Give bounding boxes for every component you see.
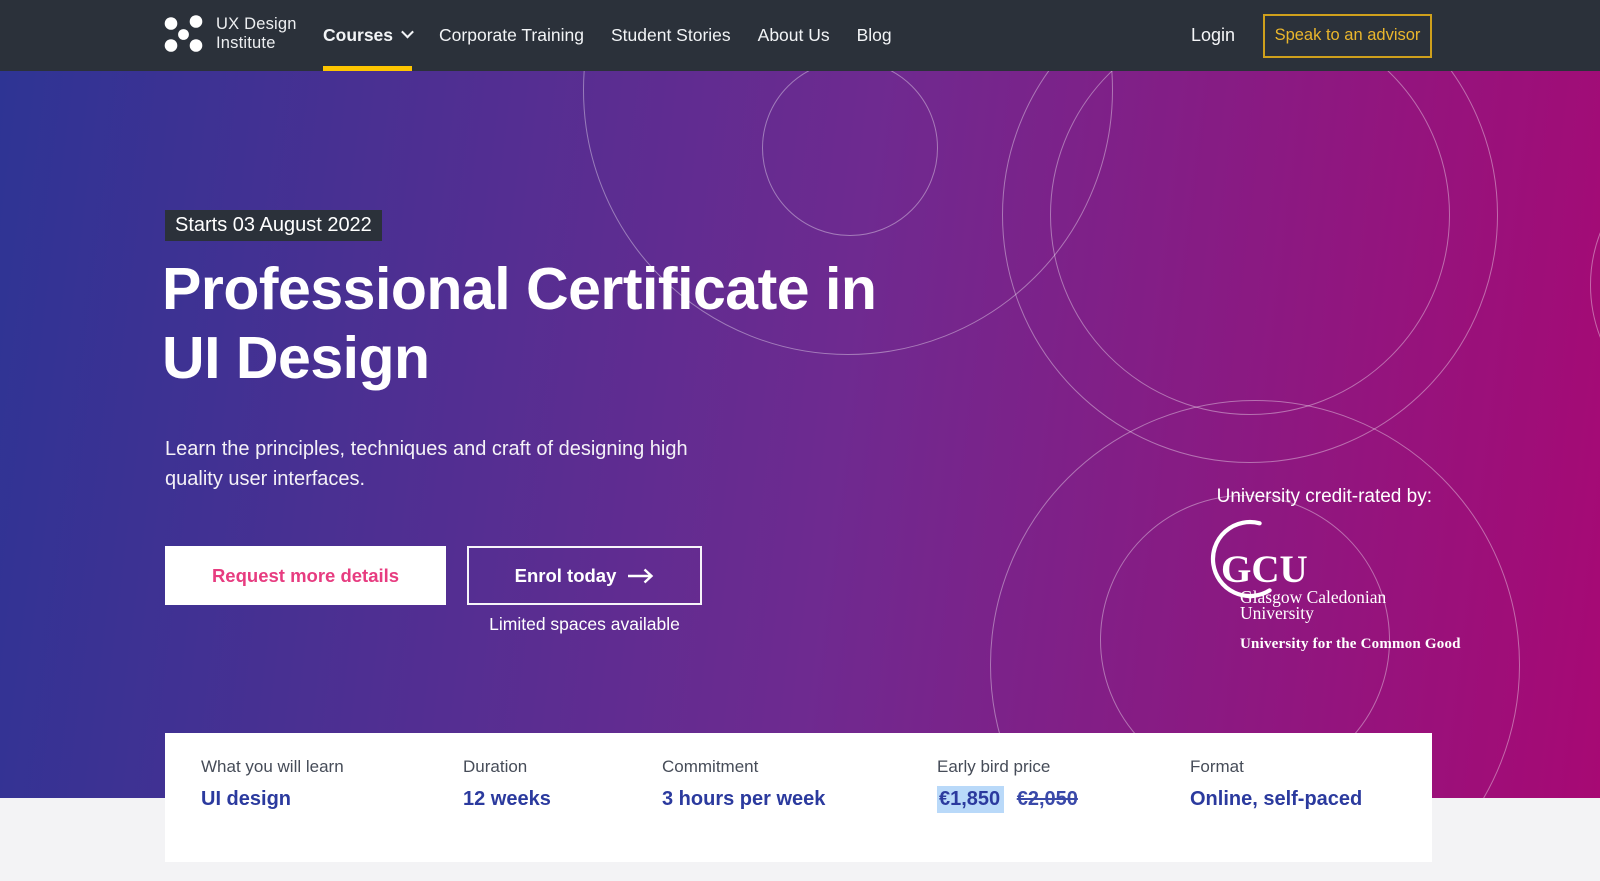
old-price-strikethrough: €2,050 — [1016, 788, 1078, 810]
top-navbar: UX Design Institute Courses Corporate Tr… — [0, 0, 1600, 71]
svg-text:University: University — [1240, 603, 1314, 623]
svg-text:GCU: GCU — [1221, 548, 1308, 591]
nav-right: Login Speak to an advisor — [1191, 0, 1432, 71]
logo-text: UX Design Institute — [216, 15, 297, 52]
login-link[interactable]: Login — [1191, 25, 1235, 46]
gcu-tagline: University for the Common Good — [1240, 636, 1461, 652]
request-details-button[interactable]: Request more details — [165, 546, 446, 605]
speak-to-advisor-button[interactable]: Speak to an advisor — [1263, 13, 1432, 58]
fact-duration: Duration 12 weeks — [463, 757, 551, 810]
cta-row: Request more details Enrol today — [165, 546, 702, 605]
limited-spaces-note: Limited spaces available — [489, 614, 680, 634]
page-title: Professional Certificate in UI Design — [162, 256, 877, 391]
arrow-right-icon — [628, 568, 654, 583]
uxdi-logo[interactable]: UX Design Institute — [163, 14, 297, 54]
nav-item-student-stories[interactable]: Student Stories — [611, 0, 731, 71]
chevron-down-icon — [401, 25, 414, 39]
credit-rated-label: University credit-rated by: — [1216, 486, 1432, 507]
gcu-university-logo: GCU Glasgow Caledonian University — [1210, 519, 1387, 623]
fact-commitment: Commitment 3 hours per week — [662, 757, 826, 810]
uxdi-dots-icon — [164, 15, 203, 52]
decorative-circle — [1590, 140, 1600, 430]
nav-item-courses[interactable]: Courses — [323, 0, 414, 71]
course-facts-card: What you will learn UI design Duration 1… — [165, 733, 1432, 862]
nav-item-corporate-training[interactable]: Corporate Training — [439, 0, 584, 71]
fact-format: Format Online, self-paced — [1190, 757, 1363, 810]
hero-section: Starts 03 August 2022 Professional Certi… — [0, 71, 1600, 798]
main-nav: Courses Corporate Training Student Stori… — [323, 0, 919, 71]
enrol-today-button[interactable]: Enrol today — [467, 546, 702, 605]
nav-item-about-us[interactable]: About Us — [758, 0, 830, 71]
fact-early-bird-price: Early bird price €1,850 €2,050 — [937, 757, 1078, 813]
nav-item-blog[interactable]: Blog — [857, 0, 892, 71]
course-description: Learn the principles, techniques and cra… — [165, 438, 688, 490]
start-date-badge: Starts 03 August 2022 — [165, 210, 382, 241]
fact-what-you-will-learn: What you will learn UI design — [201, 757, 344, 810]
current-price: €1,850 — [937, 786, 1005, 813]
active-tab-underline — [323, 66, 413, 71]
